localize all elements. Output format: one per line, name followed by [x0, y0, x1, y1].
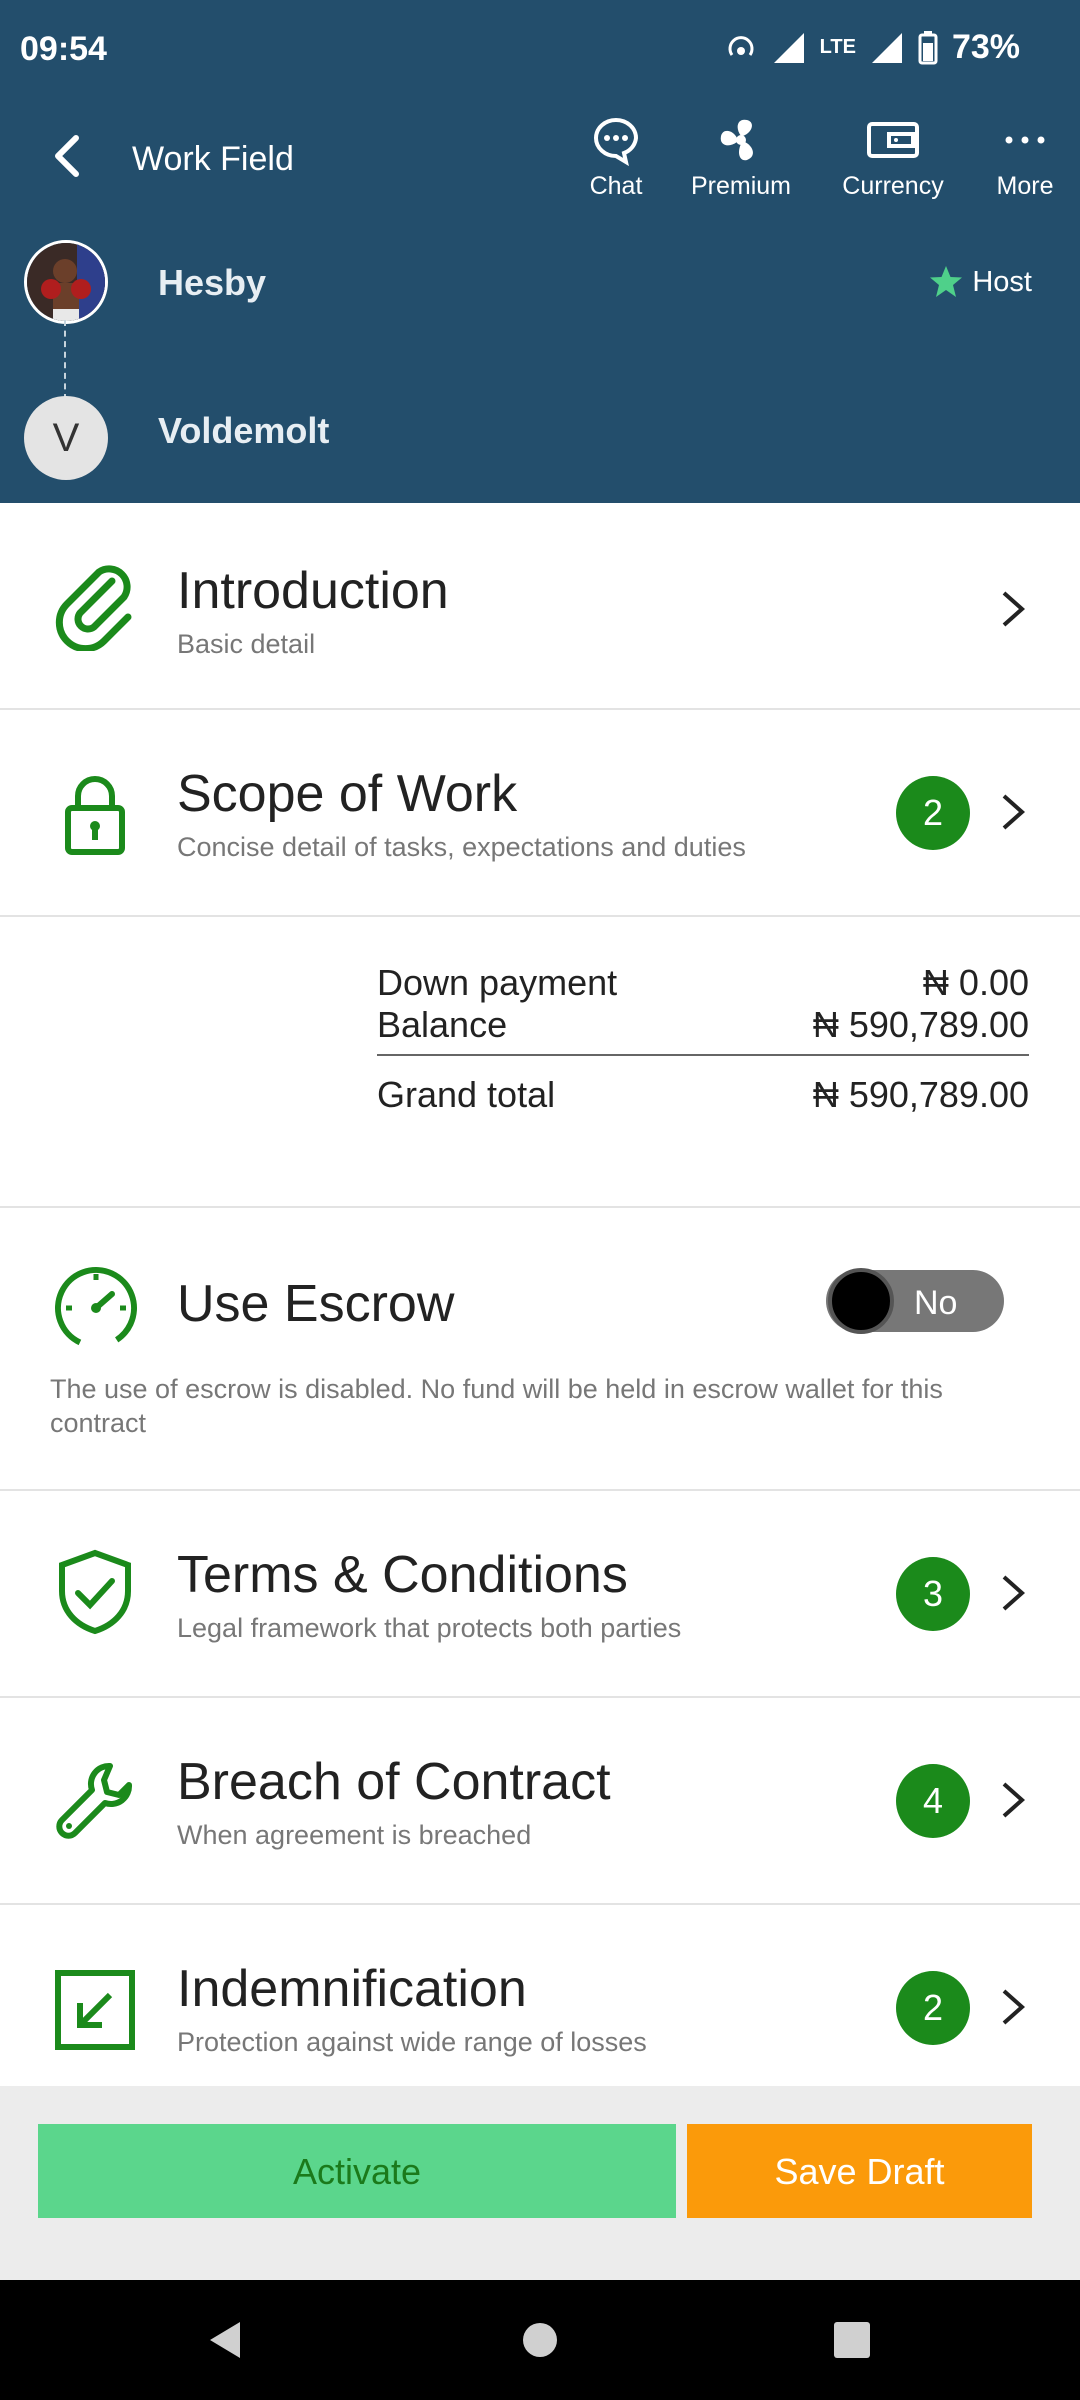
section-breach[interactable]: Breach of Contract When agreement is bre…: [0, 1698, 1080, 1905]
premium-label: Premium: [690, 172, 791, 200]
star-icon: [930, 266, 963, 297]
down-payment-value: ₦ 0.00: [922, 962, 1029, 1003]
network-type: LTE: [819, 36, 856, 58]
premium-action[interactable]: Premium: [688, 114, 794, 201]
section-title: Introduction: [177, 562, 449, 620]
grand-total-row: Grand total ₦ 590,789.00: [377, 1074, 1029, 1116]
section-introduction[interactable]: Introduction Basic detail: [0, 503, 1080, 710]
party-connector: [64, 320, 66, 400]
signal-icon: [773, 32, 804, 63]
balance-row: Balance ₦ 590,789.00: [377, 1004, 1029, 1046]
fan-icon: [720, 119, 753, 161]
escrow-toggle[interactable]: No: [826, 1268, 1004, 1334]
section-indemnification[interactable]: Indemnification Protection against wide …: [0, 1905, 1080, 2086]
status-bar: 09:54 LTE 73%: [0, 0, 1080, 104]
guest-avatar: V: [24, 396, 108, 480]
save-draft-button[interactable]: Save Draft: [687, 2124, 1032, 2218]
section-scope-of-work[interactable]: Scope of Work Concise detail of tasks, e…: [0, 710, 1080, 917]
chat-action[interactable]: Chat: [580, 114, 652, 201]
wrench-icon: [56, 1762, 133, 1839]
totals: Down payment ₦ 0.00 Balance ₦ 590,789.00…: [377, 962, 1029, 1116]
more-icon: [1005, 136, 1045, 144]
toggle-knob: [828, 1268, 894, 1334]
section-title: Indemnification: [177, 1960, 527, 2018]
chevron-right-icon: [1002, 1989, 1026, 2025]
host-name: Hesby: [158, 262, 267, 303]
count-badge: 4: [896, 1764, 970, 1838]
wallet-icon: [867, 122, 919, 158]
count-badge: 2: [896, 1971, 970, 2045]
party-host[interactable]: Hesby Host: [0, 240, 1080, 330]
section-subtitle: Legal framework that protects both parti…: [177, 1613, 682, 1643]
section-terms[interactable]: Terms & Conditions Legal framework that …: [0, 1491, 1080, 1698]
balance-value: ₦ 590,789.00: [812, 1004, 1029, 1045]
currency-action[interactable]: Currency: [838, 114, 948, 201]
nav-home-icon[interactable]: [518, 2318, 562, 2362]
signal-icon-2: [871, 32, 902, 63]
bottom-action-bar: Activate Save Draft: [0, 2086, 1080, 2280]
guest-name: Voldemolt: [158, 410, 330, 451]
more-action[interactable]: More: [990, 114, 1060, 201]
chat-icon: [594, 117, 639, 166]
chat-label: Chat: [589, 172, 643, 200]
speedometer-icon: [55, 1267, 137, 1349]
nav-recents-icon[interactable]: [830, 2318, 874, 2362]
lock-icon: [65, 776, 125, 855]
chevron-right-icon: [1002, 794, 1026, 830]
count-badge: 2: [896, 776, 970, 850]
arrow-in-box-icon: [55, 1970, 135, 2050]
system-nav-bar: [0, 2280, 1080, 2400]
section-subtitle: Concise detail of tasks, expectations an…: [177, 832, 746, 862]
status-time: 09:54: [20, 30, 107, 68]
toggle-state-label: No: [914, 1284, 958, 1322]
section-subtitle: When agreement is breached: [177, 1820, 532, 1850]
escrow-description: The use of escrow is disabled. No fund w…: [50, 1374, 943, 1438]
down-payment-label: Down payment: [377, 962, 618, 1003]
more-label: More: [996, 172, 1054, 200]
status-icons: LTE 73%: [724, 28, 1020, 67]
escrow-title: Use Escrow: [177, 1275, 455, 1333]
currency-label: Currency: [842, 172, 944, 200]
back-arrow-icon[interactable]: [40, 128, 96, 184]
hotspot-icon: [728, 35, 754, 56]
party-guest[interactable]: V Voldemolt: [0, 396, 1080, 486]
section-title: Breach of Contract: [177, 1753, 611, 1811]
section-subtitle: Protection against wide range of losses: [177, 2027, 647, 2057]
host-badge: Host: [928, 264, 1032, 300]
section-title: Terms & Conditions: [177, 1546, 628, 1604]
app-header: 09:54 LTE 73% Work Field Chat Premium Cu…: [0, 0, 1080, 503]
host-avatar: [24, 240, 108, 324]
chevron-right-icon: [1002, 591, 1026, 627]
balance-label: Balance: [377, 1004, 508, 1045]
chevron-right-icon: [1002, 1782, 1026, 1818]
section-subtitle: Basic detail: [177, 629, 316, 659]
battery-icon: [918, 30, 938, 64]
grand-total-value: ₦ 590,789.00: [812, 1074, 1029, 1115]
host-role: Host: [972, 265, 1032, 298]
boxer-photo-icon: [27, 243, 105, 321]
totals-divider: [377, 1054, 1029, 1056]
battery-level: 73%: [951, 28, 1020, 66]
count-badge: 3: [896, 1557, 970, 1631]
page-title: Work Field: [132, 140, 294, 178]
grand-total-label: Grand total: [377, 1074, 556, 1115]
section-title: Scope of Work: [177, 765, 518, 823]
chevron-right-icon: [1002, 1575, 1026, 1611]
nav-back-icon[interactable]: [204, 2318, 248, 2362]
down-payment-row: Down payment ₦ 0.00: [377, 962, 1029, 1004]
top-app-bar: Work Field Chat Premium Currency More: [0, 104, 1080, 224]
paperclip-icon: [55, 565, 132, 651]
activate-button[interactable]: Activate: [38, 2124, 676, 2218]
shield-check-icon: [59, 1549, 131, 1635]
section-escrow: [0, 1208, 1080, 1491]
guest-initial: V: [52, 416, 80, 460]
